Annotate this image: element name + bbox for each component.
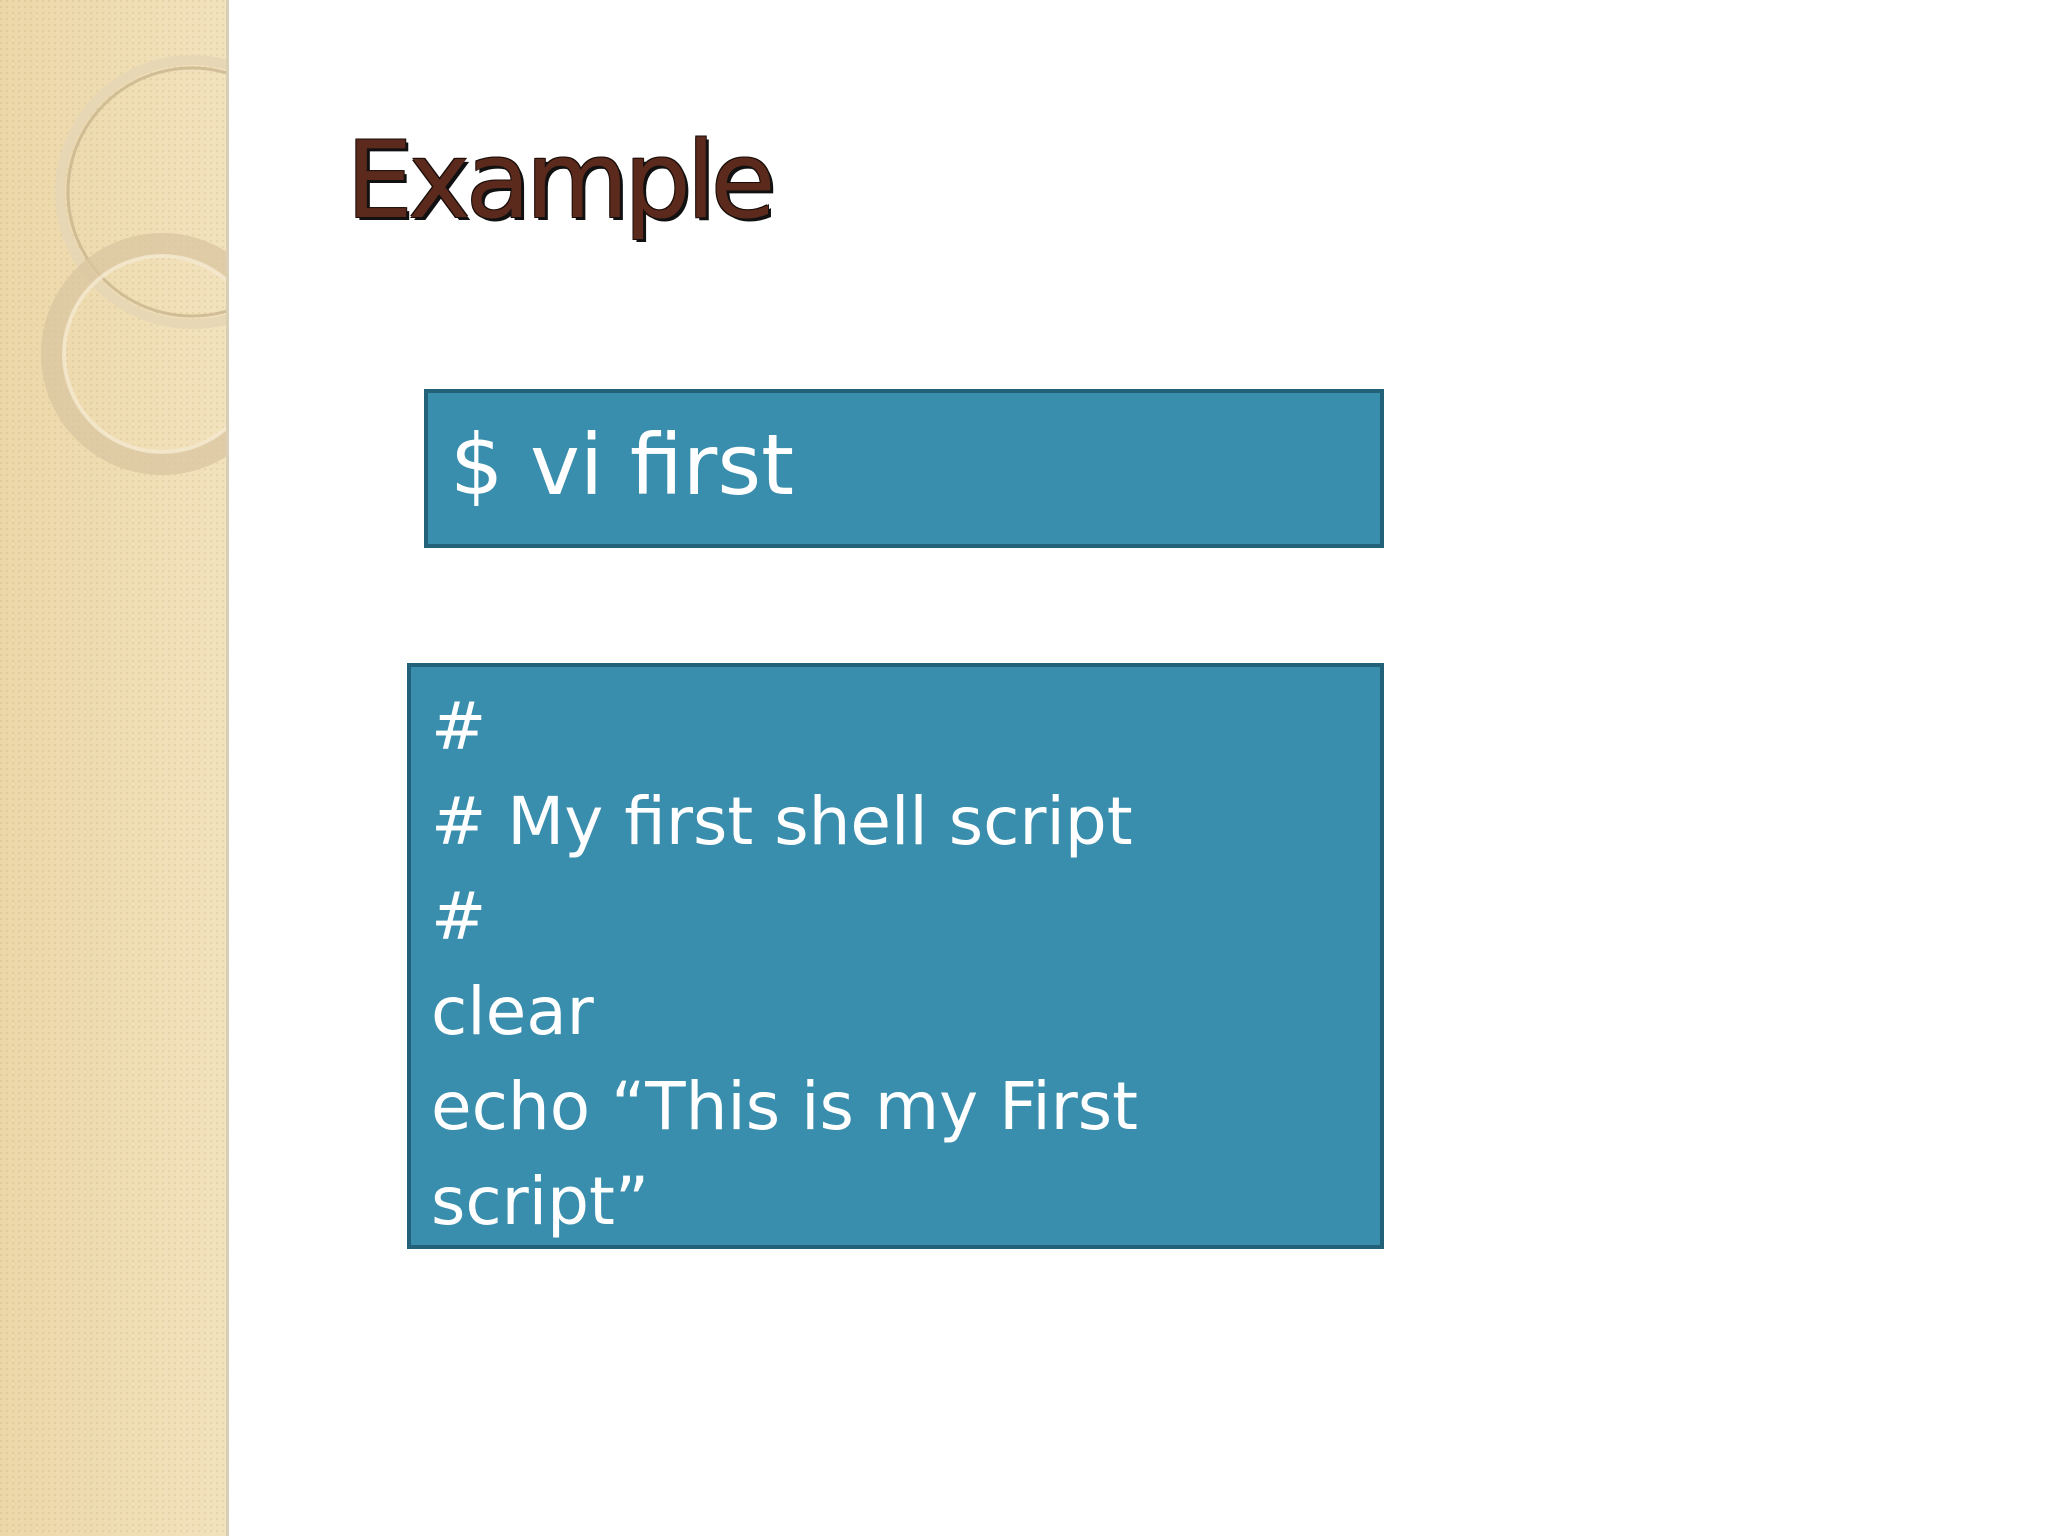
slide-title: Example <box>346 119 776 242</box>
script-line: # <box>431 878 487 955</box>
slide: Example $ vi first # # My first shell sc… <box>0 0 2048 1536</box>
command-text: $ vi first <box>450 416 795 514</box>
script-line: # <box>431 688 487 765</box>
script-line: echo “This is my First <box>431 1068 1139 1145</box>
script-box: # # My first shell script # clear echo “… <box>407 663 1384 1249</box>
command-box: $ vi first <box>424 389 1384 548</box>
decorative-rings-graphic <box>41 55 226 475</box>
script-line: script” <box>431 1163 650 1240</box>
decorative-side-panel <box>0 0 229 1536</box>
script-line: # My first shell script <box>431 783 1133 860</box>
script-line: clear <box>431 973 594 1050</box>
script-lines: # # My first shell script # clear echo “… <box>431 679 1138 1249</box>
